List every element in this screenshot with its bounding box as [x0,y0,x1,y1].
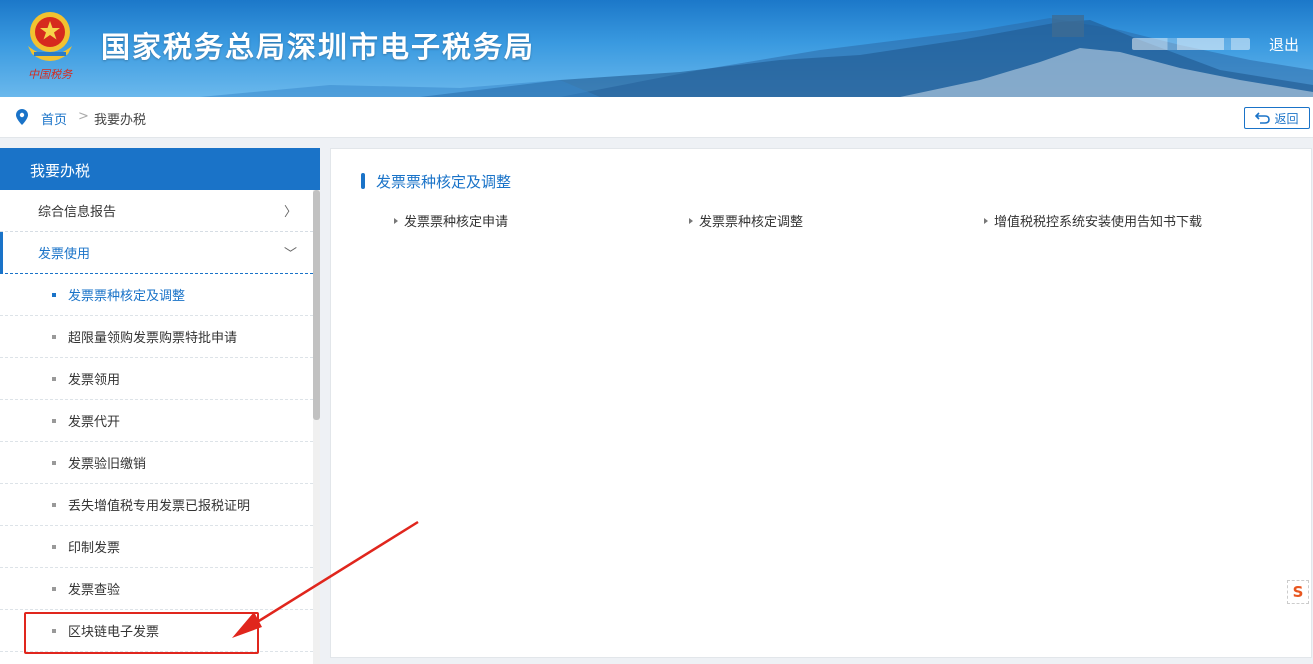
link-label: 发票票种核定申请 [404,215,509,230]
bullet-icon [52,292,56,297]
sidebar-group-info-report[interactable]: 综合信息报告 〉 [0,190,313,232]
annotation-highlight-box [24,612,259,654]
sidebar-group-invoice-use[interactable]: 发票使用 ﹀ [0,232,313,274]
input-method-badge-icon[interactable]: S [1287,580,1309,604]
link-invoice-type-adjustment[interactable]: 发票票种核定调整 [689,211,803,230]
username-redacted [1132,38,1250,50]
svg-text:中国税务: 中国税务 [28,68,73,81]
sidebar-item-label: 发票代开 [68,415,121,430]
sidebar: 我要办税 综合信息报告 〉 发票使用 ﹀ 发票票种核定及调整 超限量领购发票购票… [0,148,320,664]
back-button[interactable]: 返回 [1244,107,1310,129]
sidebar-group-label: 发票使用 [38,247,91,262]
sidebar-item-label: 发票领用 [68,373,121,388]
sidebar-item-invoice-cancel[interactable]: 发票验旧缴销 [0,442,313,484]
chevron-down-icon: ﹀ [283,247,297,262]
link-invoice-type-application[interactable]: 发票票种核定申请 [394,211,508,230]
site-header: 中国税务 国家税务总局深圳市电子税务局 退出 [0,0,1313,97]
breadcrumb-separator: > [78,109,89,124]
breadcrumb-home-link[interactable]: 首页 [41,109,67,128]
link-label: 发票票种核定调整 [699,215,804,230]
sidebar-item-print-invoice[interactable]: 印制发票 [0,526,313,568]
sidebar-item-label: 发票票种核定及调整 [68,289,186,304]
sidebar-item-invoice-receive[interactable]: 发票领用 [0,358,313,400]
location-pin-icon [16,109,28,125]
return-arrow-icon [1255,112,1271,124]
sidebar-item-over-limit-purchase[interactable]: 超限量领购发票购票特批申请 [0,316,313,358]
breadcrumb: 首页 > 我要办税 [0,97,1313,138]
caret-right-icon [984,217,988,224]
sidebar-item-invoice-check[interactable]: 发票查验 [0,568,313,610]
sidebar-item-lost-vat-proof[interactable]: 丢失增值税专用发票已报税证明 [0,484,313,526]
sidebar-scrollbar[interactable] [313,190,320,664]
sidebar-item-label: 丢失增值税专用发票已报税证明 [68,499,251,514]
bullet-icon [52,376,56,381]
breadcrumb-current: 我要办税 [94,113,147,128]
bullet-icon [52,334,56,339]
tax-emblem-icon: 中国税务 [28,12,73,81]
sidebar-item-invoice-type-approval[interactable]: 发票票种核定及调整 [0,274,313,316]
sidebar-scrollbar-thumb[interactable] [313,190,320,420]
chevron-right-icon: 〉 [283,205,297,220]
bullet-icon [52,502,56,507]
back-button-label: 返回 [1274,111,1299,126]
link-label: 增值税税控系统安装使用告知书下载 [994,215,1203,230]
bullet-icon [52,418,56,423]
sidebar-item-label: 发票查验 [68,583,121,598]
bullet-icon [52,460,56,465]
sidebar-heading: 我要办税 [0,148,320,190]
section-title: 发票票种核定及调整 [376,173,512,191]
main-panel: 发票票种核定及调整 发票票种核定申请 发票票种核定调整 增值税税控系统安装使用告… [330,148,1312,658]
caret-right-icon [689,217,693,224]
section-marker [361,173,365,189]
site-title: 国家税务总局深圳市电子税务局 [101,30,536,64]
link-tax-control-notice-download[interactable]: 增值税税控系统安装使用告知书下载 [984,211,1202,230]
sidebar-item-label: 超限量领购发票购票特批申请 [68,331,238,346]
bullet-icon [52,544,56,549]
bullet-icon [52,586,56,591]
logout-link[interactable]: 退出 [1269,34,1299,55]
caret-right-icon [394,217,398,224]
sidebar-item-label: 发票验旧缴销 [68,457,147,472]
sidebar-item-invoice-proxy[interactable]: 发票代开 [0,400,313,442]
sidebar-group-label: 综合信息报告 [38,205,117,220]
sidebar-item-label: 印制发票 [68,541,121,556]
